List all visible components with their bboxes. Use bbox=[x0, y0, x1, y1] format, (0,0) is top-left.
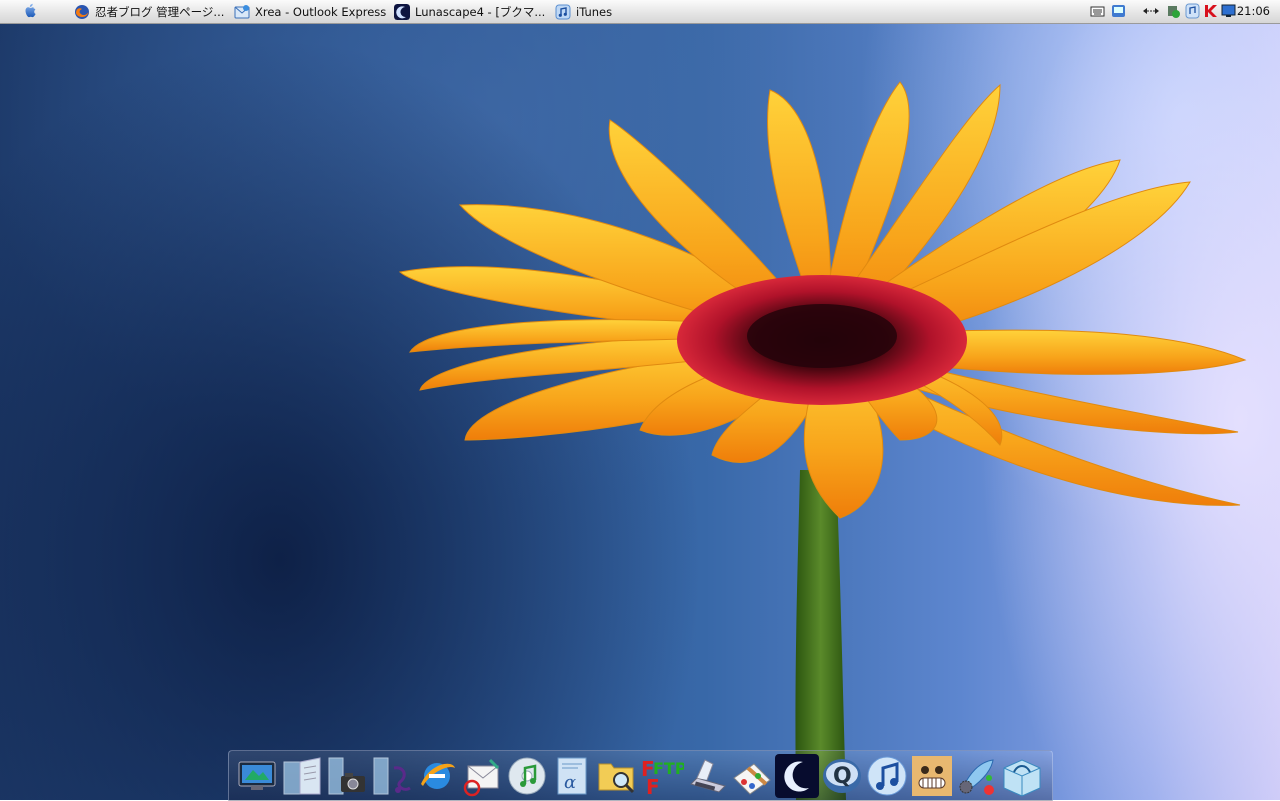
text-editor-icon[interactable]: α bbox=[550, 754, 594, 798]
taskbar-item-firefox[interactable]: 忍者ブログ 管理ページ... bbox=[74, 0, 224, 23]
lunascape-icon[interactable] bbox=[775, 754, 819, 798]
music-folder-icon[interactable] bbox=[370, 754, 414, 798]
lunascape-icon bbox=[394, 3, 410, 20]
taskbar-item-outlook-express[interactable]: Xrea - Outlook Express bbox=[234, 0, 386, 23]
clock[interactable]: 21:06 bbox=[1237, 0, 1270, 23]
ffftp-icon[interactable]: F FTP F bbox=[640, 754, 684, 798]
settings-icon[interactable] bbox=[955, 754, 999, 798]
taskbar-item-label: Lunascape4 - [ブクマ... bbox=[415, 4, 546, 19]
taskbar-item-itunes[interactable]: iTunes bbox=[555, 0, 612, 23]
scanner-icon[interactable] bbox=[685, 754, 729, 798]
taskbar-item-label: 忍者ブログ 管理ページ... bbox=[95, 4, 225, 19]
itunes-icon[interactable] bbox=[865, 754, 909, 798]
search-folder-icon[interactable] bbox=[595, 754, 639, 798]
taskbar-item-label: iTunes bbox=[576, 4, 613, 19]
svg-text:F: F bbox=[646, 775, 660, 798]
firefox-icon bbox=[75, 4, 89, 19]
shield-icon[interactable] bbox=[1166, 3, 1181, 19]
apple-logo-icon[interactable] bbox=[20, 2, 40, 21]
taskbar-item-lunascape[interactable]: Lunascape4 - [ブクマ... bbox=[394, 0, 545, 23]
arrows-icon[interactable] bbox=[1142, 3, 1160, 19]
keyboard-icon[interactable] bbox=[1090, 3, 1105, 19]
network-icon[interactable] bbox=[1111, 3, 1126, 19]
desktop-wallpaper bbox=[0, 0, 1280, 800]
quicktime-icon[interactable]: Q bbox=[820, 754, 864, 798]
itunes-cd-icon[interactable] bbox=[505, 754, 549, 798]
itunes-icon[interactable] bbox=[1185, 3, 1200, 19]
taskbar-item-label: Xrea - Outlook Express bbox=[255, 4, 387, 19]
ie-icon[interactable] bbox=[415, 754, 459, 798]
documents-icon[interactable] bbox=[280, 754, 324, 798]
itunes-icon bbox=[555, 4, 571, 19]
svg-text:α: α bbox=[564, 772, 576, 793]
mail-icon[interactable] bbox=[460, 754, 504, 798]
svg-text:Q: Q bbox=[833, 764, 852, 789]
top-menu-bar: 忍者ブログ 管理ページ... Xrea - Outlook Express Lu… bbox=[0, 0, 1280, 24]
outlook-express-icon bbox=[234, 4, 250, 18]
camera-icon[interactable] bbox=[325, 754, 369, 798]
flower-wallpaper-image bbox=[398, 81, 1247, 800]
desktop-monitor-icon[interactable] bbox=[235, 754, 279, 798]
k-icon[interactable] bbox=[1203, 3, 1218, 19]
dock: α F FTP F Q bbox=[228, 750, 1053, 801]
paint-icon[interactable] bbox=[730, 754, 774, 798]
face-app-icon[interactable] bbox=[910, 754, 954, 798]
water-icon[interactable] bbox=[1000, 754, 1044, 798]
display-icon[interactable] bbox=[1221, 3, 1236, 19]
